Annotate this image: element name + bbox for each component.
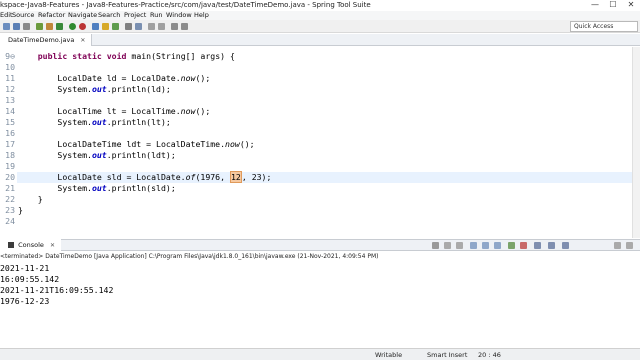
- show-stderr-icon[interactable]: [520, 242, 527, 249]
- code-line: System.out.println(lt);: [18, 117, 171, 127]
- line-number: 19: [5, 161, 15, 171]
- line-number: 18: [5, 150, 15, 160]
- open-console-icon[interactable]: [562, 242, 569, 249]
- code-line: }: [18, 205, 23, 215]
- maximize-view-icon[interactable]: [626, 242, 633, 249]
- cursor-position: 20 : 46: [478, 351, 501, 359]
- remove-launch-icon[interactable]: [444, 242, 451, 249]
- word-wrap-icon[interactable]: [494, 242, 501, 249]
- code-line: }: [18, 194, 43, 204]
- line-number: 11: [5, 73, 15, 83]
- display-console-icon[interactable]: [548, 242, 555, 249]
- line-number: 17: [5, 139, 15, 149]
- vertical-scrollbar[interactable]: [632, 47, 640, 238]
- line-number: 10: [5, 62, 15, 72]
- code-line: System.out.println(ld);: [18, 84, 171, 94]
- code-line: LocalTime lt = LocalTime.now();: [18, 106, 211, 116]
- console-output-line: 2021-11-21: [0, 263, 50, 273]
- console-output-line: 1976-12-23: [0, 296, 50, 306]
- writable-status: Writable: [375, 351, 403, 359]
- console-header: [0, 239, 640, 251]
- code-line: LocalDate sld = LocalDate.of(1976, 12, 2…: [18, 171, 272, 183]
- show-stdout-icon[interactable]: [508, 242, 515, 249]
- minimize-view-icon[interactable]: [614, 242, 621, 249]
- code-line: System.out.println(sld);: [18, 183, 176, 193]
- code-line: public static void main(String[] args) {: [37, 51, 235, 61]
- console-output-line: 16:09:55.142: [0, 274, 60, 284]
- remove-all-icon[interactable]: [456, 242, 463, 249]
- clear-console-icon[interactable]: [470, 242, 477, 249]
- console-launch-info: <terminated> DateTimeDemo [Java Applicat…: [0, 253, 379, 260]
- console-icon: [8, 242, 14, 248]
- code-lines: 9⊖ 10 11 12 13 14 15 16 17 18 19 20 21 2…: [0, 0, 632, 238]
- line-number: 24: [5, 216, 15, 226]
- line-number: 9⊖: [5, 51, 15, 61]
- console-tab-label: Console: [18, 241, 44, 249]
- line-number: 23: [5, 205, 15, 215]
- line-number: 16: [5, 128, 15, 138]
- pin-console-icon[interactable]: [534, 242, 541, 249]
- code-line: LocalDate ld = LocalDate.now();: [18, 73, 211, 83]
- status-bar: Writable Smart Insert 20 : 46: [0, 348, 640, 360]
- line-number: 12: [5, 84, 15, 94]
- highlighted-word: 12: [229, 171, 242, 183]
- line-number: 13: [5, 95, 15, 105]
- console-output-line: 2021-11-21T16:09:55.142: [0, 285, 114, 295]
- close-icon[interactable]: ✕: [50, 242, 55, 249]
- console-tab[interactable]: Console ✕: [0, 239, 61, 251]
- scroll-lock-icon[interactable]: [482, 242, 489, 249]
- line-number: 15: [5, 117, 15, 127]
- line-number: 21: [5, 183, 15, 193]
- code-line: System.out.println(ldt);: [18, 150, 176, 160]
- line-number: 20: [5, 172, 15, 182]
- insert-mode-status: Smart Insert: [427, 351, 468, 359]
- code-line: LocalDateTime ldt = LocalDateTime.now();: [18, 139, 255, 149]
- line-number: 22: [5, 194, 15, 204]
- line-number: 14: [5, 106, 15, 116]
- terminate-icon[interactable]: [432, 242, 439, 249]
